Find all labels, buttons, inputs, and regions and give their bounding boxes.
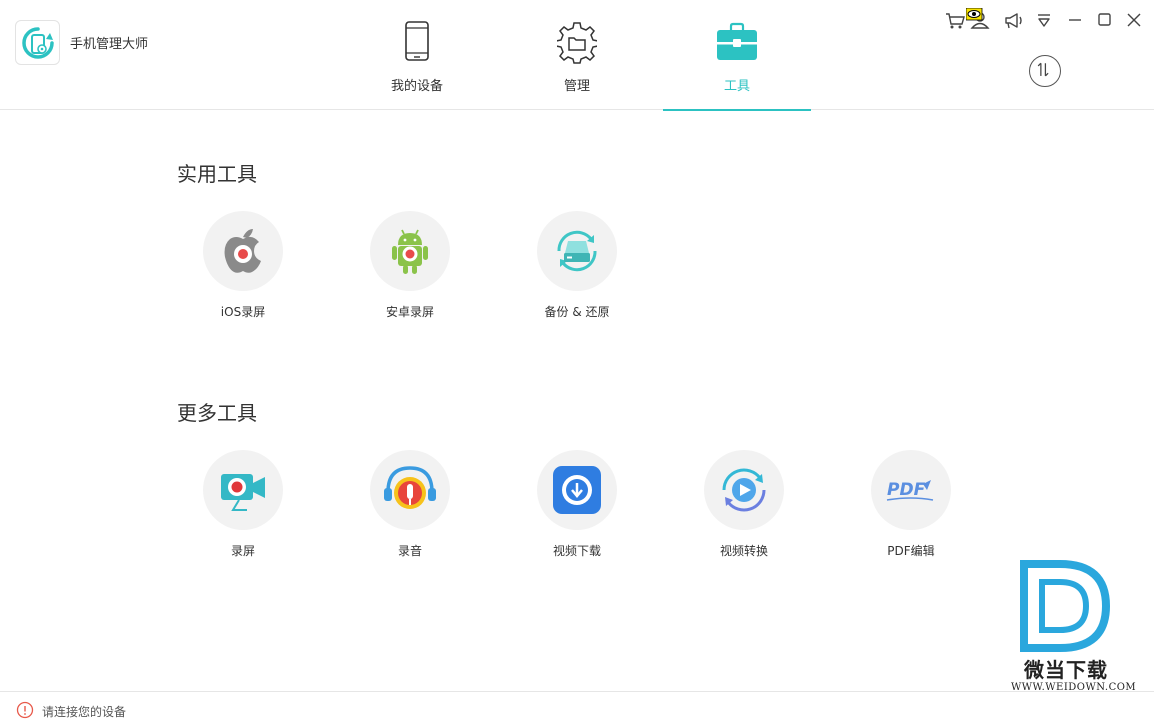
tab-manage[interactable]: 管理: [503, 0, 651, 110]
tool-icon-circle: PDF: [871, 450, 951, 530]
app-window: 手机管理大师 我的设备 管理 工具 实用工具 iOS录屏 安卓录屏 备份 & 还…: [0, 0, 1154, 728]
close-button[interactable]: [1122, 8, 1146, 32]
screen-record-icon: [221, 474, 265, 511]
tool-icon-circle: [203, 211, 283, 291]
gear-folder-icon: [557, 22, 597, 64]
menu-button[interactable]: [1032, 8, 1056, 32]
tool-android-record[interactable]: 安卓录屏: [345, 211, 475, 331]
tool-icon-circle: [203, 450, 283, 530]
menu-triangle-icon: [1038, 14, 1050, 27]
status-bar: 请连接您的设备: [0, 691, 1154, 728]
maximize-icon: [1098, 13, 1111, 26]
warning-icon: [16, 701, 34, 719]
audio-record-icon: [384, 466, 436, 509]
switch-device-button[interactable]: [1029, 55, 1061, 87]
minimize-button[interactable]: [1063, 8, 1087, 32]
android-record-icon: [392, 229, 428, 274]
active-tab-indicator: [663, 109, 811, 111]
tool-icon-circle: [704, 450, 784, 530]
tool-icon-circle: [537, 450, 617, 530]
app-logo: [15, 20, 60, 65]
status-text: 请连接您的设备: [42, 705, 127, 719]
video-convert-icon: [722, 468, 766, 512]
tab-my-device[interactable]: 我的设备: [343, 0, 491, 110]
tool-ios-record[interactable]: iOS录屏: [178, 211, 308, 331]
phone-icon: [405, 21, 429, 61]
tool-label: 视频转换: [719, 544, 768, 558]
tool-icon-circle: [537, 211, 617, 291]
section-title-more: 更多工具: [177, 401, 257, 425]
tool-backup-restore[interactable]: 备份 & 还原: [512, 211, 642, 331]
weidown-logo-icon: [1020, 560, 1110, 652]
tool-video-download[interactable]: 视频下载: [512, 450, 642, 570]
maximize-button[interactable]: [1092, 8, 1116, 32]
header: 手机管理大师 我的设备 管理 工具: [0, 0, 1154, 111]
tool-screen-record[interactable]: 录屏: [178, 450, 308, 570]
tool-label: 视频下载: [552, 544, 601, 558]
app-title: 手机管理大师: [70, 37, 149, 52]
app-logo-icon: [22, 27, 54, 59]
tool-label: 录音: [397, 544, 422, 558]
minimize-icon: [1069, 19, 1081, 21]
announcement-button[interactable]: [1002, 8, 1026, 32]
tool-label: 安卓录屏: [385, 305, 434, 319]
user-button[interactable]: [965, 7, 990, 32]
cart-button[interactable]: [943, 8, 967, 32]
tab-tools[interactable]: 工具: [663, 0, 811, 111]
apple-record-icon: [224, 229, 261, 273]
tool-label: 录屏: [230, 544, 255, 558]
tool-video-convert[interactable]: 视频转换: [679, 450, 809, 570]
cart-icon: [946, 13, 965, 29]
section-title-practical: 实用工具: [177, 162, 257, 186]
svg-text:PDF: PDF: [887, 480, 926, 500]
tool-icon-circle: [370, 450, 450, 530]
tool-label: 备份 & 还原: [544, 305, 610, 319]
tab-label: 工具: [723, 79, 750, 94]
user-icon: [965, 7, 990, 29]
toolbox-icon: [717, 22, 757, 60]
tool-label: PDF编辑: [887, 544, 935, 558]
watermark-text-cn: 微当下载: [1024, 658, 1108, 682]
backup-restore-icon: [557, 230, 597, 272]
tool-pdf-edit[interactable]: PDF PDF编辑: [846, 450, 976, 570]
close-icon: [1127, 13, 1141, 27]
video-download-icon: [553, 466, 601, 514]
swap-arrows-icon: [1037, 62, 1049, 77]
tool-label: iOS录屏: [220, 305, 266, 319]
tool-audio-record[interactable]: 录音: [345, 450, 475, 570]
megaphone-icon: [1005, 13, 1022, 29]
pdf-edit-icon: PDF: [886, 480, 934, 501]
watermark: 微当下载 WWW.WEIDOWN.COM: [1008, 560, 1138, 700]
tab-label: 我的设备: [390, 79, 443, 94]
tab-label: 管理: [563, 79, 590, 94]
tool-icon-circle: [370, 211, 450, 291]
